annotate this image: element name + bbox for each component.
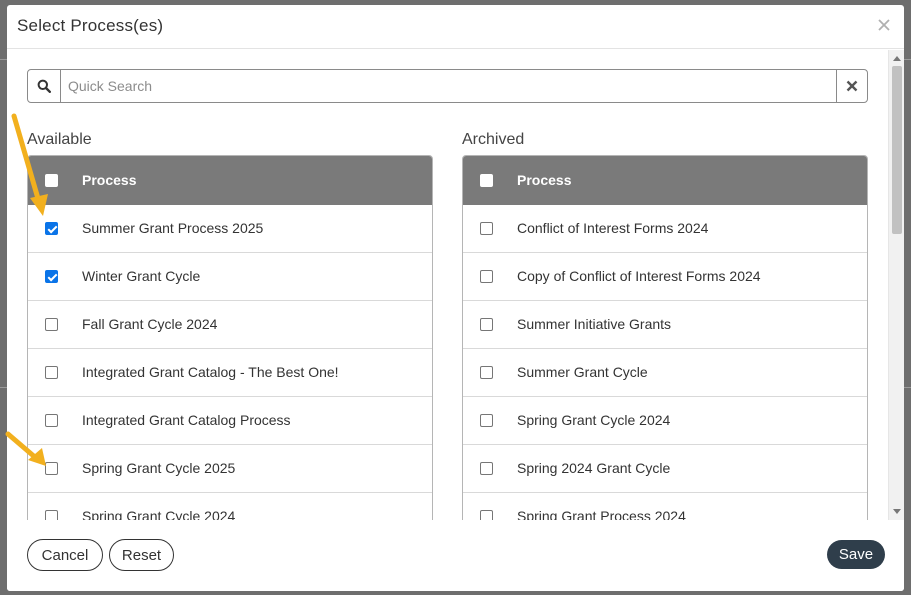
search-icon[interactable] <box>28 70 61 102</box>
process-name: Summer Initiative Grants <box>517 316 672 332</box>
row-checkbox[interactable] <box>45 318 58 331</box>
table-row[interactable]: Spring 2024 Grant Cycle <box>463 445 867 493</box>
archived-table-header: Process <box>463 156 867 205</box>
archived-table: Process Conflict of Interest Forms 2024 … <box>462 155 868 520</box>
backdrop-divider <box>904 387 911 388</box>
table-row[interactable]: Integrated Grant Catalog - The Best One! <box>28 349 432 397</box>
archived-rows: Conflict of Interest Forms 2024 Copy of … <box>463 205 867 520</box>
modal-header: Select Process(es) <box>7 5 904 49</box>
row-checkbox[interactable] <box>480 222 493 235</box>
row-checkbox[interactable] <box>480 414 493 427</box>
quick-search-bar <box>27 69 868 103</box>
save-button[interactable]: Save <box>827 540 885 569</box>
row-checkbox[interactable] <box>45 222 58 235</box>
process-name: Spring Grant Process 2024 <box>517 508 686 520</box>
table-row[interactable]: Summer Grant Cycle <box>463 349 867 397</box>
row-checkbox[interactable] <box>480 510 493 520</box>
process-name: Spring Grant Cycle 2025 <box>82 460 236 476</box>
close-icon[interactable] <box>874 15 894 35</box>
modal-scrollbar[interactable] <box>888 50 904 520</box>
row-checkbox[interactable] <box>45 462 58 475</box>
modal-footer: Cancel Reset Save <box>7 520 904 591</box>
process-name: Fall Grant Cycle 2024 <box>82 316 218 332</box>
table-row[interactable]: Spring Grant Cycle 2024 <box>28 493 432 520</box>
clear-search-icon[interactable] <box>836 70 867 102</box>
table-row[interactable]: Conflict of Interest Forms 2024 <box>463 205 867 253</box>
table-row[interactable]: Winter Grant Cycle <box>28 253 432 301</box>
row-checkbox[interactable] <box>45 510 58 520</box>
process-column-header: Process <box>517 172 572 188</box>
table-row[interactable]: Spring Grant Process 2024 <box>463 493 867 520</box>
row-checkbox[interactable] <box>480 270 493 283</box>
process-name: Conflict of Interest Forms 2024 <box>517 220 709 236</box>
table-row[interactable]: Integrated Grant Catalog Process <box>28 397 432 445</box>
process-name: Spring Grant Cycle 2024 <box>82 508 236 520</box>
row-checkbox[interactable] <box>480 318 493 331</box>
table-row[interactable]: Spring Grant Cycle 2024 <box>463 397 867 445</box>
table-row[interactable]: Copy of Conflict of Interest Forms 2024 <box>463 253 867 301</box>
available-rows: Summer Grant Process 2025 Winter Grant C… <box>28 205 432 520</box>
row-checkbox[interactable] <box>45 414 58 427</box>
table-row[interactable]: Spring Grant Cycle 2025 <box>28 445 432 493</box>
scroll-down-icon[interactable] <box>893 509 901 514</box>
select-process-modal: Select Process(es) Av <box>7 5 904 591</box>
table-row[interactable]: Summer Initiative Grants <box>463 301 867 349</box>
process-name: Integrated Grant Catalog - The Best One! <box>82 364 339 380</box>
reset-button[interactable]: Reset <box>109 539 174 571</box>
process-name: Summer Grant Process 2025 <box>82 220 264 236</box>
table-row[interactable]: Summer Grant Process 2025 <box>28 205 432 253</box>
modal-title: Select Process(es) <box>17 16 164 35</box>
process-name: Copy of Conflict of Interest Forms 2024 <box>517 268 761 284</box>
search-input[interactable] <box>62 70 836 102</box>
scrollbar-thumb[interactable] <box>892 66 902 234</box>
row-checkbox[interactable] <box>45 270 58 283</box>
backdrop-divider <box>0 387 7 388</box>
select-all-available-checkbox[interactable] <box>45 174 58 187</box>
process-name: Spring Grant Cycle 2024 <box>517 412 671 428</box>
select-all-archived-checkbox[interactable] <box>480 174 493 187</box>
process-column-header: Process <box>82 172 137 188</box>
row-checkbox[interactable] <box>480 462 493 475</box>
process-name: Spring 2024 Grant Cycle <box>517 460 671 476</box>
row-checkbox[interactable] <box>45 366 58 379</box>
available-heading: Available <box>27 131 92 148</box>
available-table: Process Summer Grant Process 2025 Winter… <box>27 155 433 520</box>
process-name: Integrated Grant Catalog Process <box>82 412 291 428</box>
table-row[interactable]: Fall Grant Cycle 2024 <box>28 301 432 349</box>
backdrop-divider <box>0 59 7 60</box>
archived-heading: Archived <box>462 131 525 148</box>
modal-body: Available Archived Process Summer Grant … <box>7 50 904 520</box>
scroll-up-icon[interactable] <box>893 56 901 61</box>
process-name: Summer Grant Cycle <box>517 364 648 380</box>
backdrop-divider <box>904 59 911 60</box>
row-checkbox[interactable] <box>480 366 493 379</box>
process-name: Winter Grant Cycle <box>82 268 201 284</box>
cancel-button[interactable]: Cancel <box>27 539 103 571</box>
available-table-header: Process <box>28 156 432 205</box>
